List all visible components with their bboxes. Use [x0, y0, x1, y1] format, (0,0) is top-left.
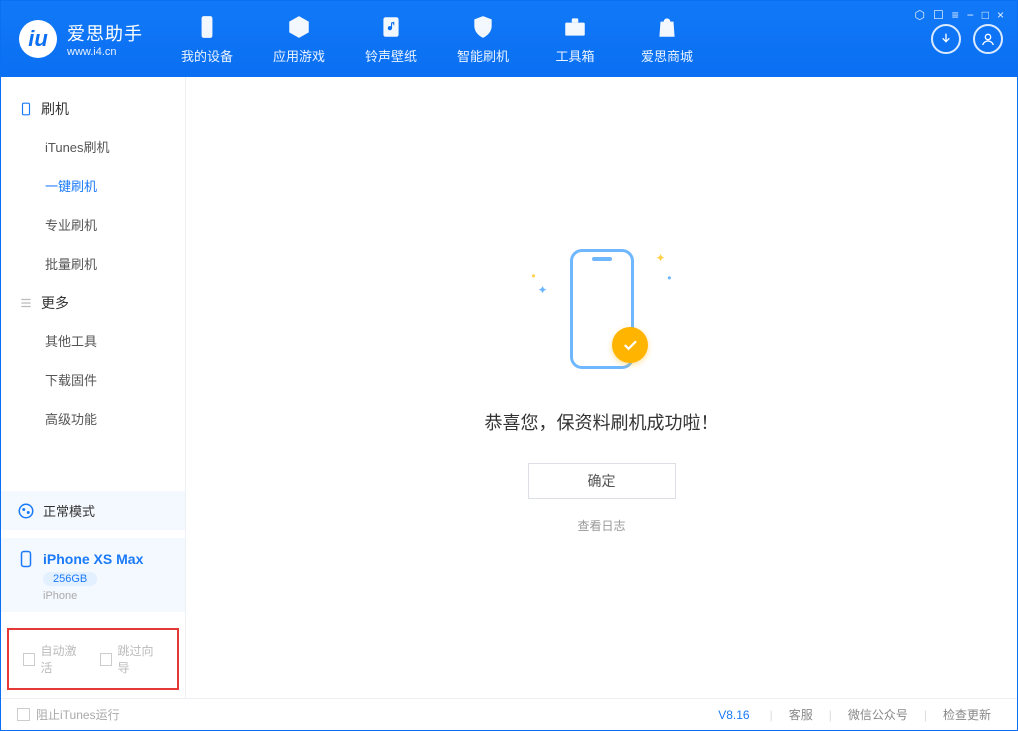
sidebar-item-itunes-flash[interactable]: iTunes刷机 — [1, 127, 185, 166]
device-name: iPhone XS Max — [43, 551, 143, 567]
main-tabs: 我的设备 应用游戏 铃声壁纸 智能刷机 工具箱 爱思商城 — [161, 1, 713, 77]
device-mode-card[interactable]: 正常模式 — [1, 491, 185, 530]
tab-ringtone[interactable]: 铃声壁纸 — [345, 1, 437, 77]
app-name: 爱思助手 — [67, 20, 143, 46]
link-wechat[interactable]: 微信公众号 — [838, 706, 918, 723]
device-capacity: 256GB — [43, 572, 97, 586]
tab-toolbox[interactable]: 工具箱 — [529, 1, 621, 77]
tab-device[interactable]: 我的设备 — [161, 1, 253, 77]
sidebar-item-batch-flash[interactable]: 批量刷机 — [1, 244, 185, 283]
device-small-icon — [19, 102, 33, 116]
music-note-icon — [378, 14, 404, 40]
close-button[interactable]: × — [997, 8, 1004, 22]
feedback-icon[interactable]: ☐ — [933, 8, 944, 22]
sidebar-item-advanced[interactable]: 高级功能 — [1, 399, 185, 438]
checkbox-icon[interactable] — [17, 708, 30, 721]
checkbox-icon — [100, 653, 112, 666]
list-icon — [19, 296, 33, 310]
theme-icon[interactable]: ⬡ — [914, 8, 924, 22]
tab-flash[interactable]: 智能刷机 — [437, 1, 529, 77]
checkbox-skip-guide[interactable]: 跳过向导 — [100, 642, 163, 676]
user-button[interactable] — [973, 24, 1003, 54]
sparkle-icon: • — [532, 269, 536, 283]
sidebar-item-download-firmware[interactable]: 下载固件 — [1, 360, 185, 399]
maximize-button[interactable]: □ — [982, 8, 989, 22]
logo-badge-icon: iu — [19, 20, 57, 58]
device-card[interactable]: iPhone XS Max 256GB iPhone — [1, 538, 185, 612]
sparkle-icon: • — [667, 271, 671, 285]
cube-icon — [286, 14, 312, 40]
link-update[interactable]: 检查更新 — [933, 706, 1001, 723]
sidebar-item-other-tools[interactable]: 其他工具 — [1, 321, 185, 360]
device-icon — [17, 550, 35, 568]
ok-button[interactable]: 确定 — [528, 463, 676, 499]
titlebar-right: ⬡ ☐ ≡ − □ × — [931, 24, 1017, 54]
user-icon — [980, 31, 996, 47]
sidebar: 刷机 iTunes刷机 一键刷机 专业刷机 批量刷机 更多 其他工具 下载固件 … — [1, 77, 186, 698]
window-controls: ⬡ ☐ ≡ − □ × — [914, 8, 1004, 22]
flash-options-highlight: 自动激活 跳过向导 — [7, 628, 179, 690]
app-logo: iu 爱思助手 www.i4.cn — [1, 20, 161, 58]
mode-label: 正常模式 — [43, 501, 95, 520]
block-itunes-label[interactable]: 阻止iTunes运行 — [36, 706, 120, 723]
download-button[interactable] — [931, 24, 961, 54]
app-window: iu 爱思助手 www.i4.cn 我的设备 应用游戏 铃声壁纸 智能刷机 — [0, 0, 1018, 731]
sidebar-group-more: 更多 — [1, 283, 185, 321]
shield-refresh-icon — [470, 14, 496, 40]
briefcase-icon — [562, 14, 588, 40]
device-type: iPhone — [43, 590, 77, 602]
app-url: www.i4.cn — [67, 46, 143, 58]
link-support[interactable]: 客服 — [779, 706, 823, 723]
body: 刷机 iTunes刷机 一键刷机 专业刷机 批量刷机 更多 其他工具 下载固件 … — [1, 77, 1017, 698]
view-log-link[interactable]: 查看日志 — [577, 517, 625, 534]
download-icon — [938, 31, 954, 47]
sparkle-icon: ✦ — [655, 251, 665, 265]
success-illustration: ✦ • ✦ • — [532, 241, 672, 381]
phone-icon — [194, 14, 220, 40]
tab-apps[interactable]: 应用游戏 — [253, 1, 345, 77]
skin-icon[interactable]: ≡ — [952, 8, 959, 22]
main-panel: ✦ • ✦ • 恭喜您，保资料刷机成功啦！ 确定 查看日志 — [186, 77, 1017, 698]
tab-store[interactable]: 爱思商城 — [621, 1, 713, 77]
mode-icon — [17, 502, 35, 520]
bag-icon — [654, 14, 680, 40]
titlebar: iu 爱思助手 www.i4.cn 我的设备 应用游戏 铃声壁纸 智能刷机 — [1, 1, 1017, 77]
sidebar-group-flash: 刷机 — [1, 89, 185, 127]
success-message: 恭喜您，保资料刷机成功啦！ — [485, 409, 719, 435]
sidebar-item-pro-flash[interactable]: 专业刷机 — [1, 205, 185, 244]
checkbox-auto-activate[interactable]: 自动激活 — [23, 642, 86, 676]
statusbar: 阻止iTunes运行 V8.16 | 客服 | 微信公众号 | 检查更新 — [1, 698, 1017, 730]
checkbox-icon — [23, 653, 35, 666]
sidebar-item-oneclick-flash[interactable]: 一键刷机 — [1, 166, 185, 205]
version-label: V8.16 — [718, 708, 749, 722]
check-badge-icon — [612, 327, 648, 363]
minimize-button[interactable]: − — [967, 8, 974, 22]
sparkle-icon: ✦ — [538, 283, 548, 297]
